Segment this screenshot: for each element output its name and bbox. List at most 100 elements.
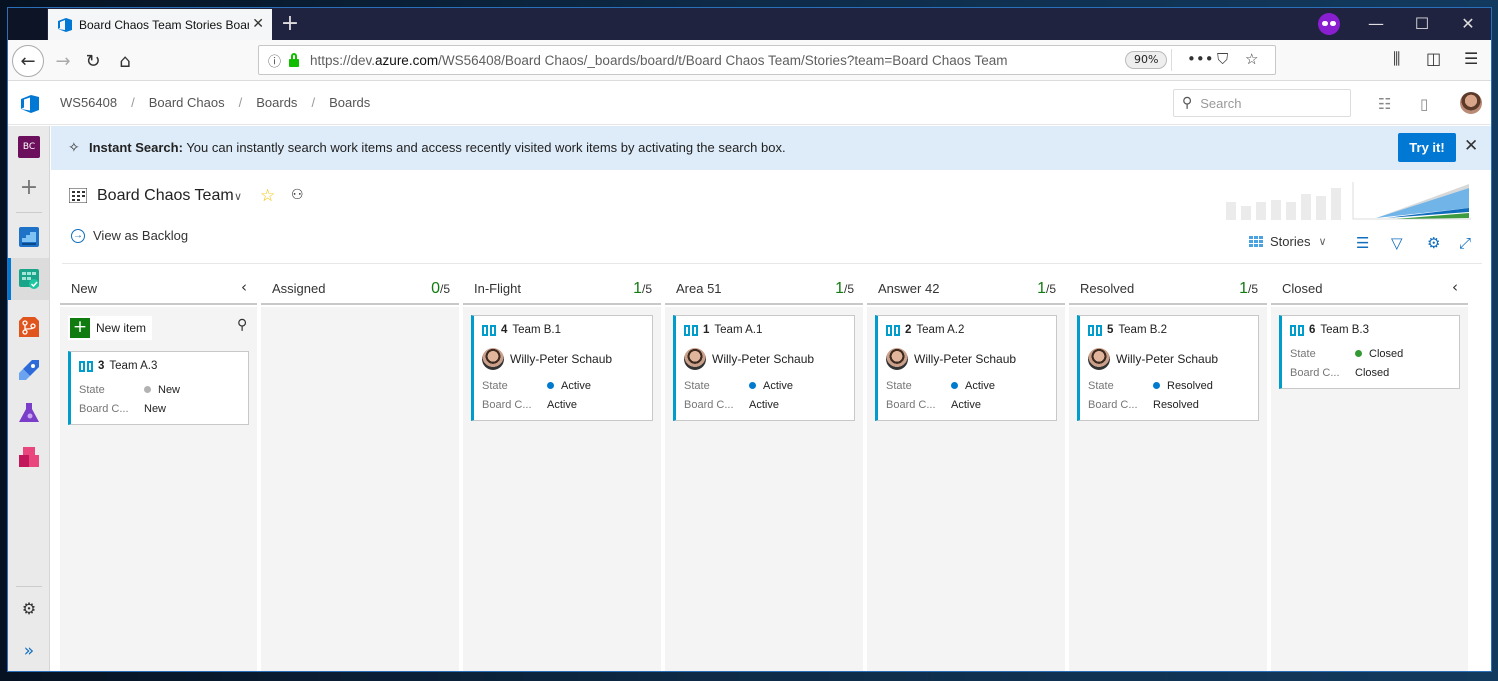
- work-item-id: 2: [905, 324, 912, 336]
- card-title[interactable]: 3 Team A.3: [79, 358, 240, 374]
- url-text[interactable]: https://dev.azure.com/WS56408/Board Chao…: [310, 53, 1008, 68]
- work-item-title[interactable]: Team B.3: [1320, 324, 1369, 336]
- card-title[interactable]: 4 Team B.1: [482, 322, 644, 338]
- card-title[interactable]: 2 Team A.2: [886, 322, 1048, 338]
- team-members-icon[interactable]: ⚇: [291, 187, 304, 203]
- board-column-value[interactable]: Active: [749, 399, 779, 411]
- new-project-button[interactable]: +: [18, 177, 40, 200]
- view-as-backlog-link[interactable]: → View as Backlog: [71, 228, 188, 243]
- assigned-to[interactable]: Willy-Peter Schaub: [482, 348, 644, 370]
- field-value[interactable]: New: [144, 384, 180, 396]
- home-button[interactable]: ⌂: [110, 46, 140, 76]
- breadcrumb-organization[interactable]: WS56408: [60, 95, 117, 110]
- work-item-title[interactable]: Team B.2: [1118, 324, 1167, 336]
- favorite-star-icon[interactable]: ☆: [260, 186, 275, 206]
- new-tab-button[interactable]: +: [278, 11, 302, 37]
- board-column-value[interactable]: Active: [547, 399, 577, 411]
- wip-limit: /5: [843, 282, 854, 296]
- work-item-card[interactable]: 1 Team A.1 Willy-Peter Schaub State Acti…: [673, 315, 855, 421]
- close-window-button[interactable]: ✕: [1445, 12, 1491, 36]
- work-item-card[interactable]: 6 Team B.3 State Closed Board C... Close…: [1279, 315, 1460, 389]
- field-value[interactable]: Active: [951, 380, 995, 392]
- field-value[interactable]: Closed: [1355, 348, 1403, 360]
- breadcrumb-hub-group[interactable]: Boards: [256, 95, 297, 110]
- page-actions-icon[interactable]: •••: [1187, 50, 1214, 68]
- board-settings-gear-icon[interactable]: ⚙: [1427, 234, 1440, 252]
- assigned-to[interactable]: Willy-Peter Schaub: [684, 348, 846, 370]
- library-icon[interactable]: ⫼: [1393, 49, 1400, 69]
- breadcrumb-hub[interactable]: Boards: [329, 95, 370, 110]
- board-column-value[interactable]: New: [144, 403, 166, 415]
- zoom-level-badge[interactable]: 90%: [1125, 51, 1168, 69]
- assignee-avatar: [1088, 348, 1110, 370]
- collapse-column-chevron-icon[interactable]: ‹: [241, 278, 247, 296]
- repos-icon[interactable]: [18, 316, 40, 338]
- fullscreen-expand-icon[interactable]: ⤢: [1459, 234, 1471, 252]
- column-body: 6 Team B.3 State Closed Board C... Close…: [1271, 307, 1468, 671]
- pocket-icon[interactable]: ⛉: [1217, 50, 1228, 68]
- artifacts-icon[interactable]: [18, 446, 40, 468]
- try-it-button[interactable]: Try it!: [1398, 133, 1456, 162]
- site-info-icon[interactable]: ⓘ: [268, 51, 284, 70]
- boards-icon[interactable]: [18, 268, 40, 290]
- card-title[interactable]: 1 Team A.1: [684, 322, 846, 338]
- address-bar[interactable]: ⓘ https://dev.azure.com/WS56408/Board Ch…: [258, 45, 1276, 75]
- work-item-card[interactable]: 3 Team A.3 State New Board C... New: [68, 351, 249, 425]
- gift-sparkle-icon: ✧: [68, 140, 80, 156]
- tab-close-icon[interactable]: ✕: [252, 16, 264, 32]
- team-picker-chevron-icon[interactable]: ∨: [234, 190, 242, 203]
- test-plans-icon[interactable]: [18, 402, 40, 424]
- board-column-value[interactable]: Closed: [1355, 367, 1389, 379]
- card-title[interactable]: 5 Team B.2: [1088, 322, 1250, 338]
- wip-count: 0: [431, 280, 440, 297]
- pipelines-icon[interactable]: [18, 359, 40, 381]
- hamburger-menu-icon[interactable]: ☰: [1464, 49, 1478, 68]
- project-avatar[interactable]: BC: [18, 136, 40, 158]
- work-item-card[interactable]: 2 Team A.2 Willy-Peter Schaub State Acti…: [875, 315, 1057, 421]
- board-column-value[interactable]: Active: [951, 399, 981, 411]
- back-button[interactable]: ←: [12, 45, 44, 77]
- card-title[interactable]: 6 Team B.3: [1290, 322, 1451, 338]
- sidebar-toggle-icon[interactable]: ◫: [1426, 49, 1441, 68]
- backlog-level-picker[interactable]: Stories ∨: [1249, 234, 1327, 249]
- column-search-icon[interactable]: ⚲: [237, 317, 247, 333]
- bookmark-star-icon[interactable]: ☆: [1245, 50, 1258, 68]
- search-box[interactable]: ⚲: [1173, 89, 1351, 117]
- azure-devops-logo-icon[interactable]: [20, 94, 40, 114]
- maximize-button[interactable]: ☐: [1399, 12, 1445, 36]
- reload-button[interactable]: ↻: [78, 46, 108, 76]
- work-items-list-icon[interactable]: ☷: [1378, 95, 1391, 113]
- column-body[interactable]: [261, 307, 459, 671]
- board-mini-charts[interactable]: [1226, 180, 1476, 220]
- browser-tab[interactable]: Board Chaos Team Stories Board ✕: [48, 9, 272, 40]
- breadcrumb-project[interactable]: Board Chaos: [149, 95, 225, 110]
- field-value[interactable]: Active: [547, 380, 591, 392]
- forward-button[interactable]: →: [48, 46, 78, 76]
- work-item-title[interactable]: Team A.1: [714, 324, 762, 336]
- dismiss-banner-icon[interactable]: ✕: [1464, 136, 1478, 156]
- project-settings-gear-icon[interactable]: ⚙: [18, 598, 40, 620]
- field-value[interactable]: Active: [749, 380, 793, 392]
- expand-rail-chevrons-icon[interactable]: »: [18, 640, 40, 662]
- assigned-to[interactable]: Willy-Peter Schaub: [1088, 348, 1250, 370]
- minimize-button[interactable]: —: [1353, 12, 1399, 36]
- user-avatar[interactable]: [1460, 92, 1482, 114]
- work-item-card[interactable]: 5 Team B.2 Willy-Peter Schaub State Reso…: [1077, 315, 1259, 421]
- assignee-avatar: [886, 348, 908, 370]
- work-item-card[interactable]: 4 Team B.1 Willy-Peter Schaub State Acti…: [471, 315, 653, 421]
- assigned-to[interactable]: Willy-Peter Schaub: [886, 348, 1048, 370]
- view-options-sliders-icon[interactable]: ☰: [1356, 234, 1369, 252]
- filter-icon[interactable]: ▽: [1391, 234, 1403, 252]
- search-input[interactable]: [1200, 95, 1341, 111]
- marketplace-bag-icon[interactable]: ▯: [1420, 95, 1428, 113]
- board-column-value[interactable]: Resolved: [1153, 399, 1199, 411]
- field-value[interactable]: Resolved: [1153, 380, 1213, 392]
- overview-icon[interactable]: [18, 226, 40, 248]
- team-name[interactable]: Board Chaos Team: [97, 187, 234, 205]
- view-as-backlog-label: View as Backlog: [93, 228, 189, 243]
- new-item-button[interactable]: + New item: [68, 316, 153, 340]
- collapse-column-chevron-icon[interactable]: ‹: [1452, 278, 1458, 296]
- work-item-title[interactable]: Team A.2: [916, 324, 964, 336]
- work-item-title[interactable]: Team A.3: [109, 360, 157, 372]
- work-item-title[interactable]: Team B.1: [512, 324, 561, 336]
